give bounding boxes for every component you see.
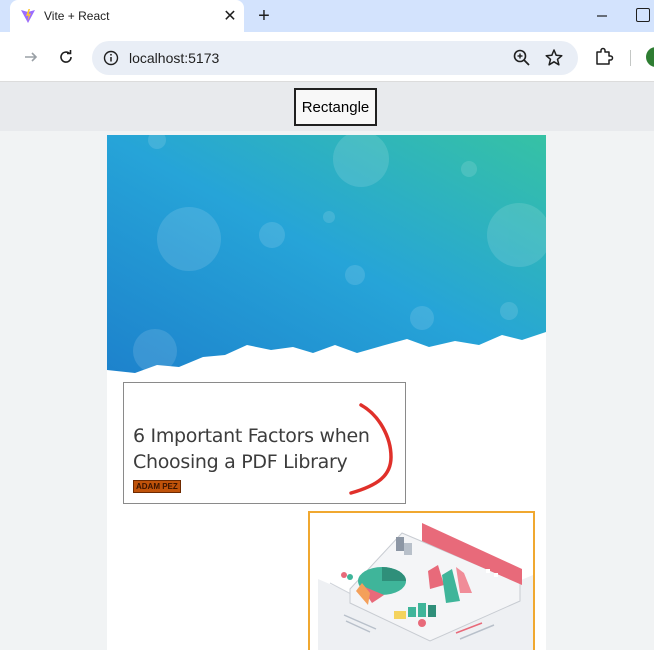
info-icon[interactable] (103, 50, 119, 66)
browser-toolbar: localhost:5173 (0, 32, 654, 82)
tab-title: Vite + React (44, 9, 110, 23)
page-viewport: Rectangle 6 Important Factors when Choos… (0, 82, 654, 650)
profile-avatar[interactable] (646, 47, 654, 67)
dashboard-illustration (318, 523, 533, 650)
reload-icon (60, 50, 72, 63)
star-icon[interactable] (543, 47, 565, 69)
hero-banner-image (107, 135, 546, 375)
illustration-image-frame (308, 511, 535, 650)
new-tab-button[interactable]: + (252, 4, 276, 28)
address-bar[interactable]: localhost:5173 (92, 41, 578, 75)
minimize-icon (597, 15, 607, 17)
forward-button[interactable] (18, 44, 44, 70)
url-text[interactable]: localhost:5173 (129, 50, 219, 66)
arrow-right-icon (25, 52, 38, 62)
vite-icon (21, 9, 35, 23)
pdf-title-card: 6 Important Factors when Choosing a PDF … (123, 382, 406, 504)
browser-tab[interactable]: Vite + React ✕ (10, 0, 244, 32)
minimize-button[interactable] (590, 4, 614, 28)
maximize-button[interactable] (636, 8, 650, 22)
toolbar-divider (630, 50, 631, 66)
tab-close-icon[interactable]: ✕ (218, 4, 242, 28)
app-top-bar: Rectangle (0, 82, 654, 131)
zoom-icon[interactable] (512, 48, 532, 68)
puzzle-icon[interactable] (592, 44, 616, 68)
rectangle-button[interactable]: Rectangle (294, 88, 377, 126)
author-tag: ADAM PEZ (133, 480, 181, 493)
red-annotation-stroke (349, 403, 393, 495)
pdf-page[interactable]: 6 Important Factors when Choosing a PDF … (107, 135, 546, 650)
tab-strip: Vite + React ✕ + (0, 0, 654, 32)
reload-button[interactable] (53, 44, 79, 70)
